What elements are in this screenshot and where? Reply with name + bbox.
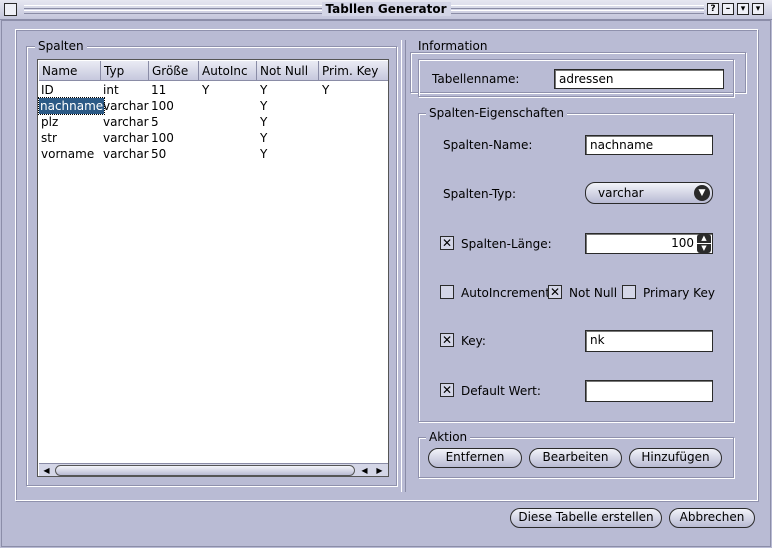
title-bar[interactable]: Tabllen Generator ? – ▾ ▾ — [0, 0, 772, 20]
columns-legend: Spalten — [35, 40, 87, 52]
cancel-button[interactable]: Abbrechen — [669, 508, 755, 528]
cell-type: varchar — [103, 99, 149, 113]
actions-legend: Aktion — [426, 431, 471, 443]
add-button[interactable]: Hinzufügen — [629, 448, 722, 468]
notnull-label: Not Null — [569, 286, 618, 300]
column-type-select[interactable]: varchar ▼ — [585, 182, 713, 204]
primarykey-checkbox[interactable] — [622, 285, 636, 299]
window-title-wrap: Tabllen Generator — [0, 2, 772, 16]
column-name-label: Spalten-Name: — [443, 138, 533, 152]
key-input[interactable]: nk — [585, 330, 713, 352]
scroll-thumb[interactable] — [55, 465, 355, 476]
column-props-legend: Spalten-Eigenschaften — [426, 107, 567, 119]
information-legend: Information — [415, 40, 491, 52]
cell-size: 50 — [151, 147, 167, 161]
table-row[interactable]: str varchar 100 Y — [38, 130, 388, 146]
cell-name: str — [41, 131, 57, 145]
col-header-primkey[interactable]: Prim. Key — [319, 61, 388, 81]
default-label: Default Wert: — [461, 384, 541, 398]
key-label: Key: — [461, 334, 486, 348]
table-row[interactable]: plz varchar 5 Y — [38, 114, 388, 130]
shade-button[interactable]: ▾ — [737, 3, 749, 15]
cell-notnull: Y — [260, 83, 268, 97]
length-label: Spalten-Länge: — [461, 237, 552, 251]
edit-button[interactable]: Bearbeiten — [529, 448, 622, 468]
column-type-label: Spalten-Typ: — [443, 187, 517, 201]
cell-size: 100 — [151, 131, 174, 145]
length-value: 100 — [671, 236, 694, 250]
cell-type: varchar — [103, 147, 149, 161]
cell-name: ID — [41, 83, 54, 97]
col-header-size[interactable]: Größe — [149, 61, 199, 81]
length-checkbox[interactable]: ✕ — [440, 236, 454, 250]
splitter-handle[interactable] — [401, 40, 406, 492]
column-name-input[interactable]: nachname — [585, 135, 713, 155]
remove-button[interactable]: Entfernen — [428, 448, 522, 468]
primarykey-label: Primary Key — [643, 286, 715, 300]
cell-type: int — [103, 83, 119, 97]
help-button[interactable]: ? — [707, 3, 719, 15]
table-row[interactable]: nachname varchar 100 Y — [38, 97, 388, 115]
cell-notnull: Y — [260, 115, 268, 129]
chevron-down-icon: ▼ — [694, 185, 710, 201]
columns-table[interactable]: Name Typ Größe AutoInc Not Null Prim. Ke… — [37, 59, 389, 477]
scroll-left-icon[interactable]: ◀ — [41, 465, 52, 476]
spin-down-icon[interactable]: ▼ — [697, 244, 711, 253]
spin-up-icon[interactable]: ▲ — [697, 234, 711, 243]
create-table-button[interactable]: Diese Tabelle erstellen — [510, 508, 662, 528]
col-header-autoinc[interactable]: AutoInc — [199, 61, 257, 81]
scroll-right-icon[interactable]: ▶ — [374, 465, 385, 476]
default-checkbox[interactable]: ✕ — [440, 383, 454, 397]
cell-notnull: Y — [260, 147, 268, 161]
cell-type: varchar — [103, 115, 149, 129]
cell-name: nachname — [38, 97, 106, 115]
check-mark-icon: ✕ — [441, 383, 453, 397]
horizontal-scrollbar[interactable]: ◀ ◀ ▶ — [39, 463, 388, 476]
autoincrement-label: AutoIncrement — [461, 286, 551, 300]
scroll-left-icon-2[interactable]: ◀ — [359, 465, 370, 476]
cell-primkey: Y — [322, 83, 330, 97]
cell-name: plz — [41, 115, 59, 129]
notnull-checkbox[interactable]: ✕ — [548, 285, 562, 299]
table-name-input[interactable]: adressen — [554, 69, 724, 89]
key-checkbox[interactable]: ✕ — [440, 333, 454, 347]
cell-notnull: Y — [260, 131, 268, 145]
col-header-name[interactable]: Name — [39, 61, 101, 81]
column-props-group — [418, 113, 734, 422]
default-input[interactable] — [585, 380, 713, 402]
check-mark-icon: ✕ — [441, 236, 453, 250]
col-header-notnull[interactable]: Not Null — [257, 61, 319, 81]
table-row[interactable]: vorname varchar 50 Y — [38, 146, 388, 162]
cell-size: 11 — [151, 83, 167, 97]
table-name-label: Tabellenname: — [432, 72, 520, 86]
cell-name: vorname — [41, 147, 95, 161]
cell-size: 100 — [151, 99, 174, 113]
length-spinner-input[interactable]: 100 — [585, 233, 713, 254]
minimize-button[interactable]: – — [722, 3, 734, 15]
window-title: Tabllen Generator — [321, 2, 451, 16]
column-type-value: varchar — [598, 186, 644, 200]
cell-size: 5 — [151, 115, 159, 129]
close-button[interactable]: ▾ — [752, 3, 764, 15]
cell-autoinc: Y — [202, 83, 210, 97]
cell-type: varchar — [103, 131, 149, 145]
table-row[interactable]: ID int 11 Y Y Y — [38, 82, 388, 98]
check-mark-icon: ✕ — [549, 285, 561, 299]
check-mark-icon: ✕ — [441, 333, 453, 347]
col-header-type[interactable]: Typ — [101, 61, 149, 81]
cell-notnull: Y — [260, 99, 268, 113]
autoincrement-checkbox[interactable] — [440, 285, 454, 299]
